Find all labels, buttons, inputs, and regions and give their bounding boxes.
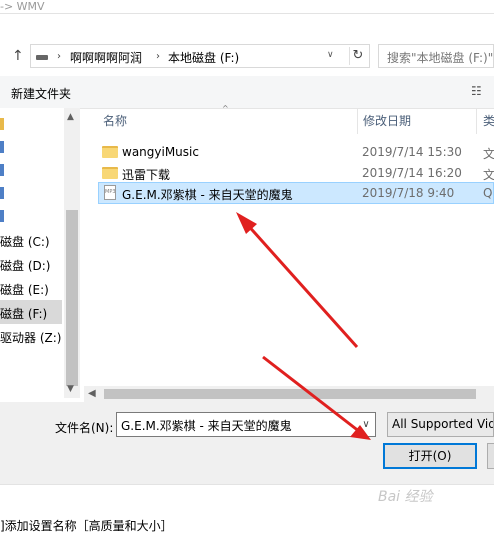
annotation-arrow-line bbox=[262, 355, 361, 434]
annotation-arrows bbox=[236, 212, 371, 440]
annotation-arrow-line bbox=[243, 220, 359, 349]
